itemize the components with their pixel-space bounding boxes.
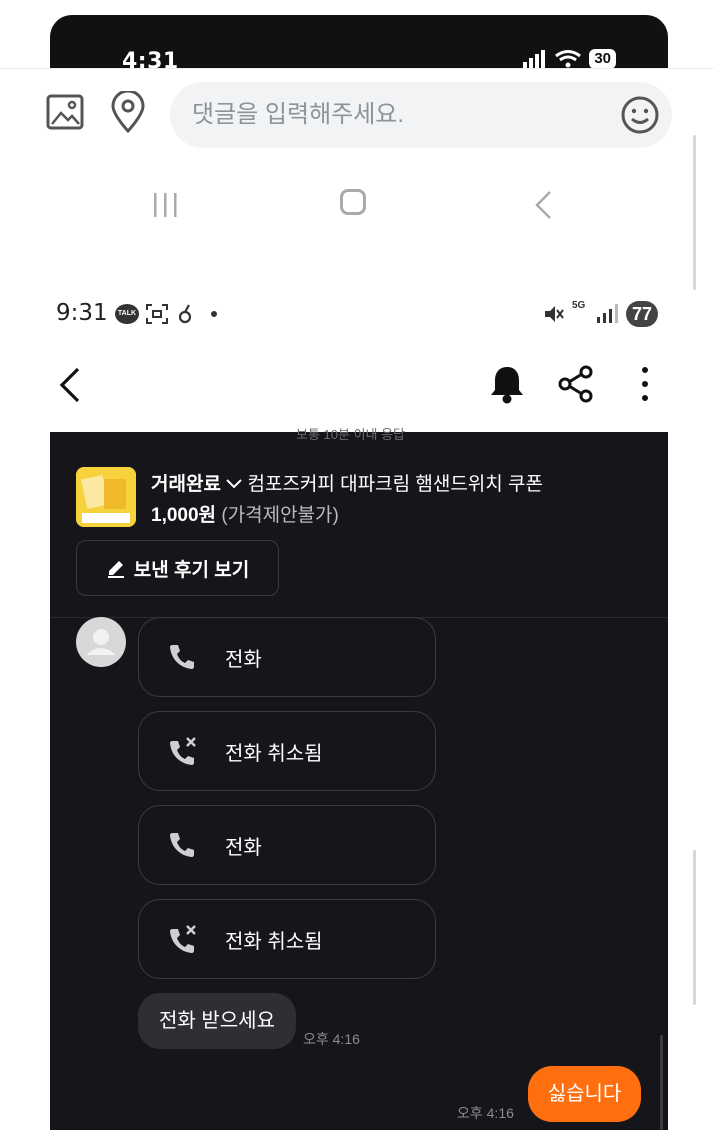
phone-icon: [170, 833, 194, 857]
kakaotalk-icon: TALK: [115, 304, 139, 324]
location-pin-icon[interactable]: [109, 91, 147, 133]
home-icon[interactable]: [340, 189, 366, 215]
call-message[interactable]: 전화 취소됨: [138, 899, 436, 979]
signal-icon: [597, 304, 618, 323]
battery-badge: 77: [626, 301, 659, 327]
bell-icon[interactable]: [489, 364, 525, 404]
call-message[interactable]: 전화: [138, 617, 436, 697]
signal-icon: [523, 50, 546, 68]
comment-input[interactable]: 댓글을 입력해주세요.: [170, 82, 672, 148]
product-price: 1,000원: [151, 505, 217, 526]
mute-icon: [545, 306, 564, 322]
product-price-line: 1,000원 (가격제안불가): [151, 500, 339, 527]
pencil-icon: [107, 561, 124, 578]
emoji-icon[interactable]: [620, 95, 660, 135]
nav-back-icon[interactable]: [532, 190, 556, 220]
message-time: 오후 4:16: [303, 1031, 360, 1047]
battery-badge: 30: [589, 49, 616, 69]
message-time: 오후 4:16: [457, 1105, 514, 1121]
sent-message[interactable]: 싫습니다: [528, 1066, 641, 1122]
app-notification-icon: [178, 304, 192, 324]
chat-scrollbar[interactable]: [660, 1035, 663, 1130]
chevron-down-icon[interactable]: [226, 478, 242, 490]
call-message[interactable]: 전화 취소됨: [138, 711, 436, 791]
screen-capture-icon: [146, 304, 168, 324]
phone-icon: [170, 645, 194, 669]
call-label: 전화 취소됨: [225, 742, 323, 765]
price-note: (가격제안불가): [221, 505, 339, 526]
call-message[interactable]: 전화: [138, 805, 436, 885]
phone-missed-icon: [170, 737, 196, 765]
recents-icon[interactable]: [151, 192, 181, 218]
phone-missed-icon: [170, 925, 196, 953]
call-label: 전화: [225, 648, 262, 671]
scrollbar[interactable]: [693, 850, 696, 1005]
more-options-icon[interactable]: [640, 366, 650, 402]
status-icons: 30: [523, 49, 616, 69]
avatar[interactable]: [76, 617, 126, 667]
scrollbar[interactable]: [693, 135, 696, 290]
network-type: 5G: [572, 300, 586, 311]
default-avatar-icon: [86, 629, 116, 655]
dot-indicator: [211, 311, 217, 317]
product-title: 컴포즈커피 대파크림 햄샌드위치 쿠폰: [247, 474, 544, 495]
response-time-note: 보통 10분 이내 응답: [296, 427, 406, 442]
share-icon[interactable]: [556, 364, 596, 404]
product-thumbnail[interactable]: [76, 467, 136, 527]
call-label: 전화: [225, 836, 262, 859]
view-sent-review-button[interactable]: 보낸 후기 보기: [76, 540, 279, 596]
call-label: 전화 취소됨: [225, 930, 323, 953]
product-title-line[interactable]: 거래완료 컴포즈커피 대파크림 햄샌드위치 쿠폰: [151, 469, 543, 496]
image-icon[interactable]: [46, 94, 84, 130]
coupon-image-icon: [76, 467, 136, 527]
trade-status[interactable]: 거래완료: [151, 474, 221, 495]
review-button-label: 보낸 후기 보기: [133, 559, 250, 581]
wifi-icon: [555, 50, 582, 68]
received-message[interactable]: 전화 받으세요: [138, 993, 296, 1049]
back-icon[interactable]: [58, 367, 82, 403]
embedded-status-bar: 4:31 30: [50, 15, 668, 75]
status-time: 9:31: [56, 300, 108, 326]
